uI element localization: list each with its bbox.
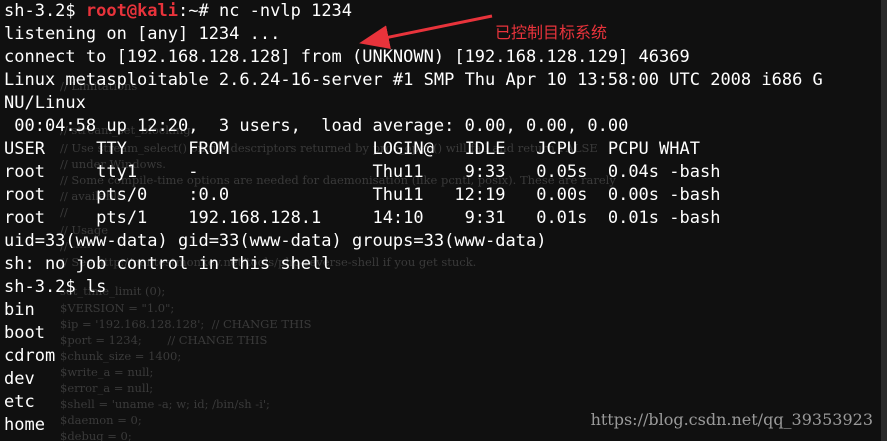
terminal-line: Linux metasploitable 2.6.24-16-server #1… bbox=[4, 70, 823, 90]
terminal-line: dev bbox=[4, 369, 35, 389]
terminal-line: bin bbox=[4, 300, 35, 320]
terminal-line: sh: no job control in this shell bbox=[4, 254, 332, 274]
annotation-label: 已控制目标系统 bbox=[495, 23, 608, 42]
prompt-user-host: root@kali bbox=[85, 1, 179, 21]
terminal-line: boot bbox=[4, 323, 45, 343]
terminal-line: listening on [any] 1234 ... bbox=[4, 24, 281, 44]
terminal-line: root tty1 - Thu11 9:33 0.05s 0.04s -bash bbox=[4, 162, 721, 182]
terminal-window[interactable]: // Limitations // stream_set_blocking //… bbox=[0, 0, 887, 441]
terminal-line: uid=33(www-data) gid=33(www-data) groups… bbox=[4, 231, 547, 251]
terminal-line: cdrom bbox=[4, 346, 56, 366]
terminal-line: USER TTY FROM LOGIN@ IDLE JCPU PCPU WHAT bbox=[4, 139, 700, 159]
terminal-prompt-line: sh-3.2$ root@kali:~# nc -nvlp 1234 bbox=[0, 0, 887, 23]
terminal-line: connect to [192.168.128.128] from (UNKNO… bbox=[4, 47, 690, 67]
terminal-line: 00:04:58 up 12:20, 3 users, load average… bbox=[4, 116, 629, 136]
window-edge bbox=[881, 0, 887, 441]
terminal-output[interactable]: sh-3.2$ root@kali:~# nc -nvlp 1234 liste… bbox=[0, 0, 887, 437]
terminal-line: sh-3.2$ ls bbox=[4, 277, 107, 297]
terminal-line: root pts/1 192.168.128.1 14:10 9:31 0.01… bbox=[4, 208, 721, 228]
terminal-line: NU/Linux bbox=[4, 93, 86, 113]
terminal-line: root pts/0 :0.0 Thu11 12:19 0.00s 0.00s … bbox=[4, 185, 721, 205]
shell-prompt-prefix: sh-3.2$ bbox=[4, 1, 86, 21]
watermark-text: https://blog.csdn.net/qq_39353923 bbox=[590, 410, 873, 429]
command-text: nc -nvlp 1234 bbox=[218, 1, 353, 21]
prompt-path: :~# bbox=[178, 1, 219, 21]
